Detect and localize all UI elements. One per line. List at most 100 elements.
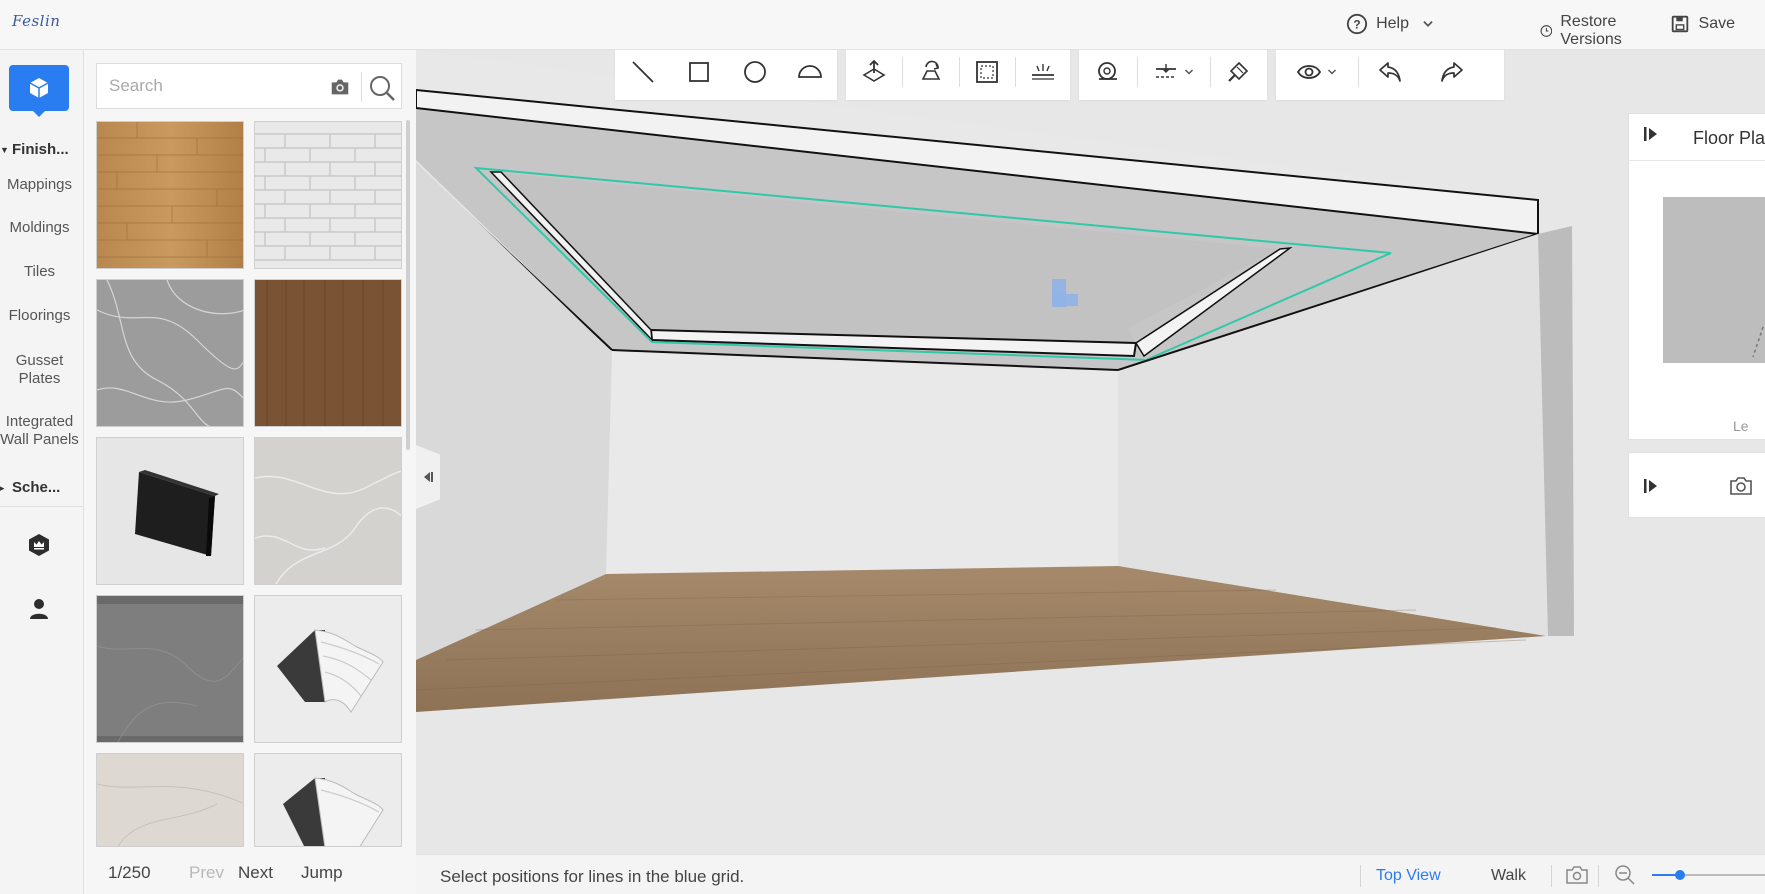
svg-text:?: ? bbox=[1353, 18, 1360, 32]
walnut-texture bbox=[255, 280, 401, 426]
camera-icon[interactable] bbox=[329, 76, 351, 98]
rail-item-moldings[interactable]: Moldings bbox=[0, 219, 79, 237]
collapse-panel-tab[interactable] bbox=[416, 445, 440, 509]
status-bar: Select positions for lines in the blue g… bbox=[416, 854, 1765, 894]
app-logo[interactable]: Feslin bbox=[12, 12, 60, 30]
rail-group-finish[interactable]: ▼ Finish... bbox=[0, 141, 84, 158]
collapse-left-icon bbox=[424, 472, 433, 482]
camera-icon[interactable] bbox=[1729, 475, 1753, 497]
user-icon[interactable] bbox=[27, 597, 51, 621]
panel-divider bbox=[1629, 160, 1765, 161]
panel-render bbox=[135, 470, 219, 556]
material-thumb-light-wood[interactable] bbox=[96, 121, 244, 269]
circle-tool[interactable] bbox=[727, 50, 783, 100]
material-thumb-dark-stone[interactable] bbox=[96, 595, 244, 743]
arc-tool[interactable] bbox=[783, 50, 837, 100]
3d-viewport[interactable]: Floor Plan Le bbox=[416, 50, 1765, 854]
chevron-down-icon bbox=[1423, 21, 1433, 27]
rail-item-floorings[interactable]: Floorings bbox=[0, 307, 79, 325]
edit-tools bbox=[846, 50, 1070, 100]
chevron-down-icon bbox=[1184, 69, 1194, 75]
rail-group-label: Finish... bbox=[12, 141, 69, 158]
rail-item-tiles[interactable]: Tiles bbox=[0, 263, 79, 281]
restore-versions-label: Restore Versions bbox=[1560, 13, 1622, 48]
zoom-slider-handle[interactable] bbox=[1675, 870, 1685, 880]
material-thumb-crown-molding[interactable] bbox=[254, 595, 402, 743]
materials-mode-button[interactable] bbox=[9, 65, 69, 111]
help-button[interactable]: ? Help bbox=[1346, 13, 1435, 35]
prev-page-button[interactable]: Prev bbox=[189, 863, 224, 883]
zoom-out-icon[interactable] bbox=[1614, 864, 1636, 886]
walk-button[interactable]: Walk bbox=[1491, 867, 1526, 885]
material-thumb-grey-marble[interactable] bbox=[96, 279, 244, 427]
material-thumb-crown-molding-2[interactable] bbox=[254, 753, 402, 847]
redo-icon bbox=[1441, 62, 1463, 82]
material-thumb-beige-marble[interactable] bbox=[96, 753, 244, 847]
rotate-tool[interactable] bbox=[903, 50, 959, 100]
expand-panel-icon[interactable] bbox=[1643, 478, 1659, 494]
help-label: Help bbox=[1376, 15, 1409, 32]
light-icon bbox=[1032, 64, 1055, 80]
search-icon[interactable] bbox=[367, 73, 397, 103]
material-thumb-white-brick[interactable] bbox=[254, 121, 402, 269]
material-thumb-black-panel[interactable] bbox=[96, 437, 244, 585]
rail-divider bbox=[0, 506, 84, 507]
molding-render bbox=[277, 629, 384, 713]
tape-measure-tool[interactable] bbox=[1079, 50, 1137, 100]
select-area-icon bbox=[976, 61, 999, 83]
align-icon bbox=[1156, 64, 1176, 78]
marble-texture bbox=[97, 280, 243, 426]
raise-tool[interactable] bbox=[846, 50, 902, 100]
clock-icon bbox=[1540, 25, 1552, 37]
marble-texture bbox=[97, 754, 243, 846]
zoom-slider-track[interactable] bbox=[1652, 870, 1765, 880]
save-icon bbox=[1671, 15, 1688, 33]
active-indicator bbox=[33, 111, 45, 117]
material-scrollbar[interactable] bbox=[406, 120, 410, 450]
search-divider bbox=[361, 72, 362, 102]
wood-texture bbox=[97, 122, 243, 268]
line-icon bbox=[632, 61, 654, 83]
save-label: Save bbox=[1698, 15, 1735, 32]
expand-panel-icon[interactable] bbox=[1643, 126, 1659, 142]
rail-item-mappings[interactable]: Mappings bbox=[0, 176, 79, 194]
cube-icon bbox=[29, 78, 49, 98]
rail-group-schemes[interactable]: ▸ Sche... bbox=[0, 479, 84, 496]
rail-group-label: Sche... bbox=[12, 479, 61, 496]
top-bar: Feslin ? Help Restore Versions Save bbox=[0, 0, 1765, 50]
draw-tools bbox=[615, 50, 837, 100]
rectangle-icon bbox=[689, 62, 709, 82]
brand-badge-icon[interactable] bbox=[27, 533, 51, 557]
next-page-button[interactable]: Next bbox=[238, 863, 273, 883]
top-view-button[interactable]: Top View bbox=[1376, 867, 1441, 885]
select-area-tool[interactable] bbox=[960, 50, 1016, 100]
align-tool[interactable] bbox=[1138, 50, 1210, 100]
light-tool[interactable] bbox=[1016, 50, 1070, 100]
rotate-icon bbox=[921, 60, 940, 80]
floor-plan-preview[interactable] bbox=[1663, 197, 1765, 363]
rail-item-gusset-plates[interactable]: Gusset Plates bbox=[0, 352, 79, 388]
level-label: Le bbox=[1733, 418, 1749, 434]
rectangle-tool[interactable] bbox=[671, 50, 727, 100]
move-up-icon bbox=[862, 59, 886, 82]
restore-versions-button[interactable]: Restore Versions bbox=[1540, 13, 1631, 49]
rail-item-integrated-wall-panels[interactable]: Integrated Wall Panels bbox=[0, 413, 79, 449]
material-thumb-light-marble[interactable] bbox=[254, 437, 402, 585]
save-button[interactable]: Save bbox=[1669, 13, 1735, 35]
search-input[interactable] bbox=[97, 64, 317, 108]
eye-icon bbox=[1296, 65, 1322, 79]
caret-down-icon: ▼ bbox=[0, 145, 9, 155]
visibility-tool[interactable] bbox=[1276, 50, 1358, 100]
molding-render bbox=[283, 777, 384, 846]
material-thumb-walnut-wood[interactable] bbox=[254, 279, 402, 427]
category-rail: ▼ Finish... Mappings Moldings Tiles Floo… bbox=[0, 50, 84, 894]
jump-page-button[interactable]: Jump bbox=[301, 863, 343, 883]
paint-tool[interactable] bbox=[1211, 50, 1265, 100]
camera-panel bbox=[1628, 452, 1765, 518]
undo-icon bbox=[1379, 62, 1401, 82]
chevron-down-icon bbox=[1327, 69, 1337, 75]
screenshot-settings-icon[interactable] bbox=[1565, 864, 1589, 886]
redo-button[interactable] bbox=[1421, 50, 1483, 100]
undo-button[interactable] bbox=[1359, 50, 1421, 100]
line-tool[interactable] bbox=[615, 50, 671, 100]
